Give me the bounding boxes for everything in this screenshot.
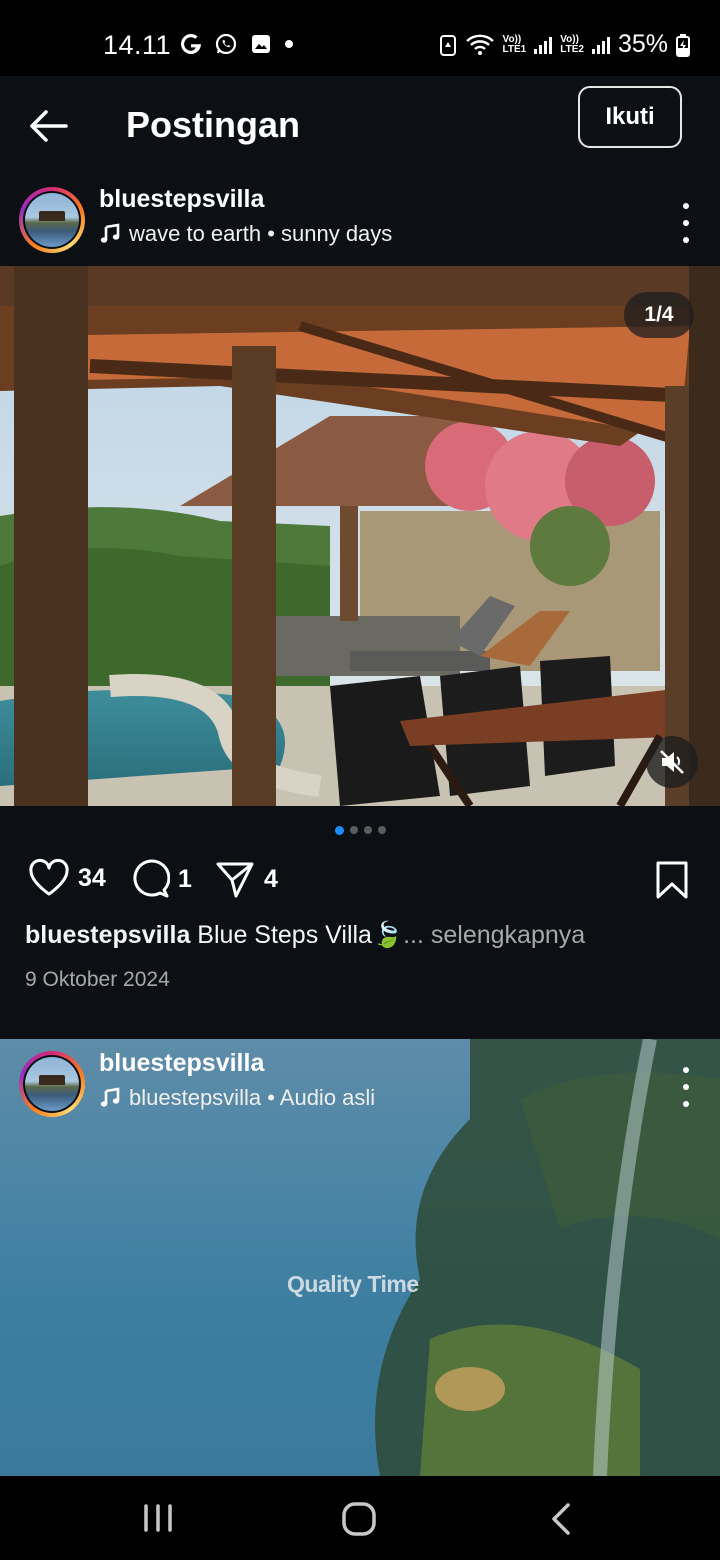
villa-photo <box>0 266 720 806</box>
video-overlay-text: Quality Time <box>287 1271 419 1297</box>
avatar-image <box>25 193 79 247</box>
caption-text: Blue Steps Villa🍃 <box>190 921 404 949</box>
status-time: 14.11 <box>103 30 172 60</box>
comment-icon <box>133 859 170 898</box>
more-options-button[interactable] <box>678 203 694 243</box>
more-dot <box>683 237 689 243</box>
carousel-counter: 1/4 <box>624 292 694 338</box>
battery-percent: 35% <box>617 30 668 58</box>
app-header: Postingan Ikuti <box>0 76 720 176</box>
audio-link[interactable]: bluestepsvilla • Audio asli <box>99 1085 375 1111</box>
more-dot <box>683 1084 689 1090</box>
sim1-label: Vo)) LTE1 <box>502 33 527 55</box>
music-note-icon <box>100 1087 120 1107</box>
dot-icon <box>285 40 293 48</box>
signal-bars-sim2-icon <box>591 36 610 54</box>
status-notification-icons <box>180 32 294 56</box>
audio-label: bluestepsvilla • Audio asli <box>129 1085 376 1110</box>
carousel-dot <box>334 826 344 835</box>
more-dot <box>683 1101 689 1107</box>
sim1-volte-label: Vo)) <box>502 33 522 45</box>
gallery-icon <box>252 35 270 53</box>
post1-header: bluestepsvilla wave to earth • sunny day… <box>0 177 720 267</box>
carousel-dot <box>363 826 372 834</box>
arrow-left-icon <box>30 110 68 142</box>
more-dot <box>683 220 689 226</box>
avatar-image <box>25 1057 79 1111</box>
mute-button[interactable] <box>646 736 698 788</box>
recent-apps-button[interactable] <box>140 1500 176 1541</box>
save-button[interactable] <box>654 860 690 905</box>
audio-link[interactable]: wave to earth • sunny days <box>99 221 392 247</box>
comment-count: 1 <box>178 864 192 893</box>
sim2-volte-label: Vo)) <box>560 33 579 45</box>
data-saver-icon <box>439 34 456 56</box>
more-dot <box>683 1067 689 1073</box>
caption-username[interactable]: bluestepsvilla <box>25 921 190 949</box>
post-username[interactable]: bluestepsvilla <box>99 185 264 214</box>
sim1-lte-label: LTE1 <box>502 43 527 55</box>
share-count: 4 <box>264 864 278 893</box>
back-button[interactable] <box>26 106 72 146</box>
google-icon <box>181 34 201 55</box>
post-date: 9 Oktober 2024 <box>25 968 170 991</box>
post-image[interactable]: 1/4 <box>0 266 720 806</box>
home-button[interactable] <box>340 1500 378 1543</box>
whatsapp-icon <box>215 33 237 55</box>
like-count: 34 <box>78 863 106 892</box>
page-title: Postingan <box>126 104 301 145</box>
battery-charging-icon <box>676 33 690 57</box>
post-caption: bluestepsvilla Blue Steps Villa🍃... sele… <box>25 921 585 950</box>
recent-apps-icon <box>144 1504 172 1532</box>
share-button[interactable]: 4 <box>214 858 278 900</box>
more-options-button[interactable] <box>678 1067 694 1107</box>
sim2-lte-label: LTE2 <box>560 43 584 55</box>
system-back-button[interactable] <box>544 1500 580 1543</box>
signal-bars-sim1-icon <box>534 36 553 54</box>
status-right-icons: Vo)) LTE1 Vo)) LTE2 35% <box>439 30 690 59</box>
audio-label: wave to earth • sunny days <box>129 221 393 246</box>
caption-more-link[interactable]: ... selengkapnya <box>403 921 585 949</box>
avatar[interactable] <box>19 1051 85 1117</box>
system-nav-bar <box>0 1476 720 1560</box>
home-icon <box>342 1502 376 1536</box>
bookmark-icon <box>656 861 688 899</box>
chevron-left-icon <box>552 1503 570 1535</box>
status-bar: 14.11 Vo)) LTE1 Vo)) LTE2 35% <box>0 0 720 76</box>
avatar[interactable] <box>19 187 85 253</box>
carousel-dot <box>349 826 358 834</box>
send-icon <box>216 862 254 898</box>
comment-button[interactable]: 1 <box>128 858 192 900</box>
sim2-label: Vo)) LTE2 <box>560 33 584 55</box>
heart-icon <box>29 858 69 896</box>
post-actions: 34 1 4 <box>0 858 720 908</box>
carousel-dot <box>377 826 386 834</box>
wifi-icon <box>465 34 494 55</box>
music-note-icon <box>100 223 120 243</box>
avatar-border <box>23 191 81 249</box>
follow-button[interactable]: Ikuti <box>578 86 682 148</box>
post2-header: bluestepsvilla bluestepsvilla • Audio as… <box>0 1041 720 1131</box>
post-username[interactable]: bluestepsvilla <box>99 1049 264 1078</box>
speaker-muted-icon <box>660 750 684 774</box>
carousel-indicator <box>0 826 720 835</box>
more-dot <box>683 203 689 209</box>
like-button[interactable]: 34 <box>28 858 106 898</box>
avatar-border <box>23 1055 81 1113</box>
